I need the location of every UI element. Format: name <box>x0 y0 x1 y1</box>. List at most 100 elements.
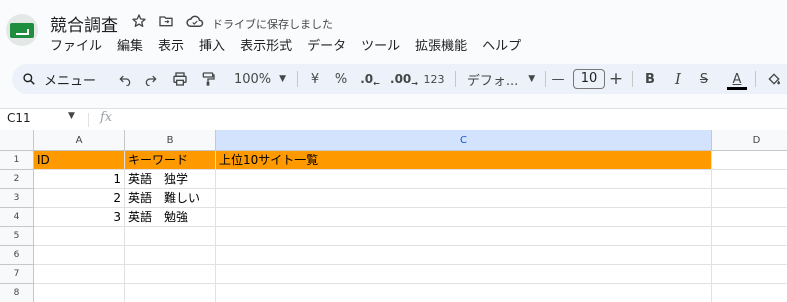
row-header-3[interactable]: 3 <box>0 189 34 208</box>
cell-d7[interactable] <box>712 265 787 284</box>
text-color-button[interactable]: A <box>727 64 747 94</box>
column-header-b[interactable]: B <box>125 130 216 151</box>
cell-d5[interactable] <box>712 227 787 246</box>
cell-a2[interactable]: 1 <box>34 170 125 189</box>
zoom-select[interactable]: 100% ▼ <box>230 64 290 94</box>
number-format-button[interactable]: 123 <box>421 64 447 94</box>
chevron-down-icon: ▼ <box>528 74 536 84</box>
cell-d3[interactable] <box>712 189 787 208</box>
italic-button[interactable]: I <box>670 64 686 94</box>
cell-b1[interactable]: キーワード <box>125 151 216 170</box>
menu-insert[interactable]: 挿入 <box>199 37 231 57</box>
cell-c7[interactable] <box>216 265 712 284</box>
cell-d1[interactable] <box>712 151 787 170</box>
strikethrough-button[interactable]: S <box>696 64 712 94</box>
cell-c6[interactable] <box>216 246 712 265</box>
cell-a4[interactable]: 3 <box>34 208 125 227</box>
column-header-a[interactable]: A <box>34 130 125 151</box>
percent-format-button[interactable]: % <box>332 64 350 94</box>
cell-d8[interactable] <box>712 284 787 302</box>
decrease-decimal-button[interactable]: .0 ← <box>358 64 382 94</box>
cell-c4[interactable] <box>216 208 712 227</box>
chevron-down-icon[interactable]: ▼ <box>68 111 75 121</box>
cell-b5[interactable] <box>125 227 216 246</box>
cell-b6[interactable] <box>125 246 216 265</box>
toolbar-divider <box>545 71 546 87</box>
bold-button[interactable]: B <box>642 64 658 94</box>
row-header-5[interactable]: 5 <box>0 227 34 246</box>
undo-icon[interactable] <box>114 64 136 94</box>
menu-tools[interactable]: ツール <box>361 37 406 57</box>
sheets-logo-icon[interactable] <box>6 14 38 46</box>
menu-format[interactable]: 表示形式 <box>240 37 298 57</box>
cell-c5[interactable] <box>216 227 712 246</box>
row-header-2[interactable]: 2 <box>0 170 34 189</box>
cell-c3[interactable] <box>216 189 712 208</box>
menu-help[interactable]: ヘルプ <box>482 37 527 57</box>
row-header-6[interactable]: 6 <box>0 246 34 265</box>
select-all-corner[interactable] <box>0 130 34 151</box>
toolbar-divider <box>455 71 456 87</box>
font-select[interactable]: デフォ... ▼ <box>464 64 538 94</box>
text-color-swatch <box>727 87 747 90</box>
zoom-value: 100% <box>233 71 272 87</box>
save-status: ドライブに保存しました <box>212 18 333 31</box>
chevron-down-icon: ▼ <box>279 74 287 84</box>
toolbar-divider <box>297 71 298 87</box>
font-size-input[interactable]: 10 <box>573 69 605 89</box>
document-title[interactable]: 競合調査 <box>50 11 118 36</box>
menu-search-button[interactable]: メニュー <box>22 64 112 94</box>
toolbar: メニュー 100% ▼ ¥ % .0 ← .00 → 123 デフォ... ▼ … <box>12 64 787 94</box>
cell-d2[interactable] <box>712 170 787 189</box>
cell-a1[interactable]: ID <box>34 151 125 170</box>
increase-decimal-label: .00 <box>390 72 412 86</box>
formula-bar: C11 ▼ fx <box>0 108 787 130</box>
currency-format-button[interactable]: ¥ <box>306 64 324 94</box>
decrease-decimal-label: .0 <box>360 72 374 86</box>
cell-b2[interactable]: 英語 独学 <box>125 170 216 189</box>
menu-search-label: メニュー <box>44 73 97 89</box>
cell-c2[interactable] <box>216 170 712 189</box>
top-bar: 競合調査 ドライブに保存しました ファイル 編集 表示 挿入 表示形式 データ … <box>0 0 787 60</box>
cell-a5[interactable] <box>34 227 125 246</box>
cell-d6[interactable] <box>712 246 787 265</box>
toolbar-divider <box>755 71 756 87</box>
cell-a7[interactable] <box>34 265 125 284</box>
menu-data[interactable]: データ <box>307 37 352 57</box>
cell-b4[interactable]: 英語 勉強 <box>125 208 216 227</box>
increase-font-size-button[interactable]: + <box>608 64 624 94</box>
arrow-right-icon: → <box>411 78 418 88</box>
move-to-folder-icon[interactable] <box>157 12 175 30</box>
cell-b3[interactable]: 英語 難しい <box>125 189 216 208</box>
column-header-d[interactable]: D <box>712 130 787 151</box>
sheet-grid: A B C D 1 2 3 4 5 6 7 8 ID キーワード 上位10サイト… <box>0 130 787 302</box>
cell-d4[interactable] <box>712 208 787 227</box>
cell-a6[interactable] <box>34 246 125 265</box>
row-header-7[interactable]: 7 <box>0 265 34 284</box>
menu-view[interactable]: 表示 <box>158 37 190 57</box>
row-header-1[interactable]: 1 <box>0 151 34 170</box>
decrease-font-size-button[interactable]: — <box>550 64 566 94</box>
cell-b8[interactable] <box>125 284 216 302</box>
cell-c1[interactable]: 上位10サイト一覧 <box>216 151 712 170</box>
font-name: デフォ... <box>466 73 519 89</box>
name-box[interactable]: C11 <box>7 111 31 125</box>
cell-a8[interactable] <box>34 284 125 302</box>
redo-icon[interactable] <box>140 64 162 94</box>
print-icon[interactable] <box>168 64 192 94</box>
row-header-4[interactable]: 4 <box>0 208 34 227</box>
row-header-8[interactable]: 8 <box>0 284 34 302</box>
increase-decimal-button[interactable]: .00 → <box>390 64 418 94</box>
menu-file[interactable]: ファイル <box>50 37 108 57</box>
star-icon[interactable] <box>130 12 148 30</box>
paint-format-icon[interactable] <box>196 64 220 94</box>
cell-a3[interactable]: 2 <box>34 189 125 208</box>
menu-extensions[interactable]: 拡張機能 <box>415 37 473 57</box>
cloud-saved-icon[interactable] <box>186 12 204 30</box>
menu-edit[interactable]: 編集 <box>117 37 149 57</box>
column-header-c[interactable]: C <box>216 130 712 151</box>
cell-c8[interactable] <box>216 284 712 302</box>
fill-color-icon[interactable] <box>764 64 784 94</box>
cell-b7[interactable] <box>125 265 216 284</box>
toolbar-divider <box>632 71 633 87</box>
